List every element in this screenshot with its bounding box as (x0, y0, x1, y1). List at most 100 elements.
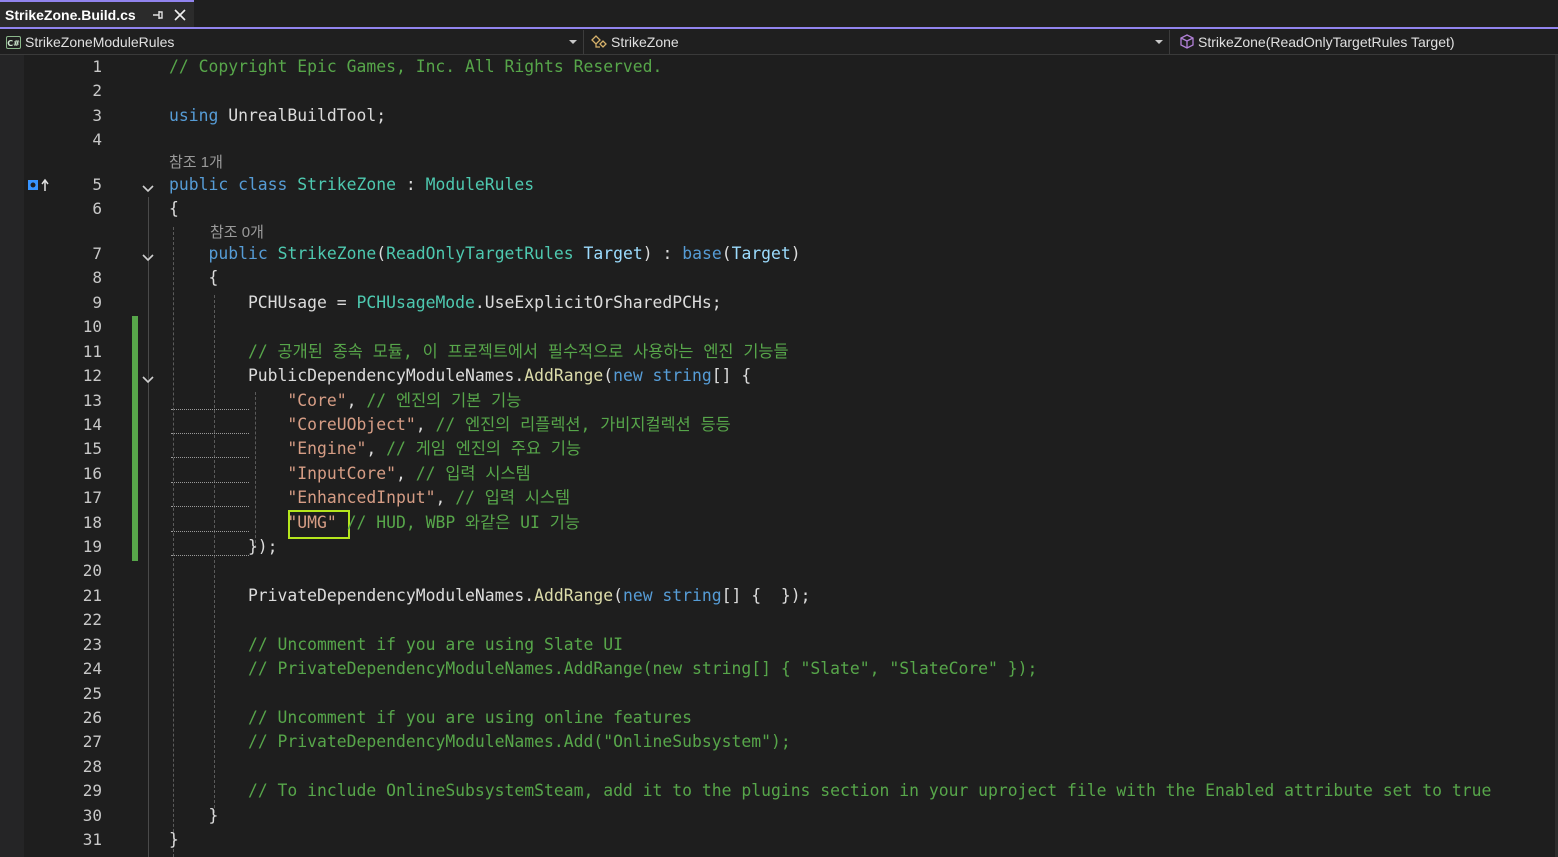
code-line[interactable]: 5 public class StrikeZone : ModuleRules (0, 173, 1558, 197)
code-token: ) : (642, 244, 683, 263)
code-text[interactable]: // Copyright Epic Games, Inc. All Rights… (169, 55, 662, 79)
code-text[interactable]: using UnrealBuildTool; (169, 104, 386, 128)
collapse-chevron-icon[interactable] (142, 374, 154, 386)
code-line[interactable]: 2 (0, 79, 1558, 103)
code-text[interactable]: // To include OnlineSubsystemSteam, add … (169, 779, 1491, 803)
close-icon[interactable] (174, 9, 186, 21)
code-line[interactable]: 4 (0, 128, 1558, 152)
indent-connector (171, 555, 249, 556)
code-token: ( (376, 244, 387, 263)
method-cube-icon (1180, 34, 1194, 49)
code-line[interactable]: 24 // PrivateDependencyModuleNames.AddRa… (0, 657, 1558, 681)
code-text[interactable]: // 공개된 종속 모듈, 이 프로젝트에서 필수적으로 사용하는 엔진 기능들 (169, 340, 789, 364)
line-number: 12 (82, 366, 102, 385)
line-number: 23 (82, 635, 102, 654)
code-token: // Uncomment if you are using online fea… (247, 708, 693, 727)
line-number: 24 (82, 659, 102, 678)
code-line[interactable]: 26 // Uncomment if you are using online … (0, 706, 1558, 730)
code-text[interactable]: // PrivateDependencyModuleNames.AddRange… (169, 657, 1037, 681)
code-line[interactable]: 9 PCHUsage = PCHUsageMode.UseExplicitOrS… (0, 291, 1558, 315)
code-text[interactable]: PrivateDependencyModuleNames.AddRange(ne… (169, 584, 811, 608)
code-token: new string (622, 586, 722, 605)
code-line[interactable]: 20 (0, 559, 1558, 583)
code-token: AddRange (524, 366, 604, 385)
code-token: "InputCore" (287, 464, 396, 483)
code-token: : (395, 175, 426, 194)
code-line[interactable]: 23 // Uncomment if you are using Slate U… (0, 633, 1558, 657)
line-number: 30 (82, 806, 102, 825)
code-line[interactable]: 11 // 공개된 종속 모듈, 이 프로젝트에서 필수적으로 사용하는 엔진 … (0, 340, 1558, 364)
code-line[interactable]: 25 (0, 682, 1558, 706)
code-line[interactable]: 10 (0, 315, 1558, 339)
code-token: "EnhancedInput" (287, 488, 436, 507)
line-number: 21 (82, 586, 102, 605)
code-text[interactable]: public StrikeZone(ReadOnlyTargetRules Ta… (169, 242, 800, 266)
indent-connector (171, 457, 249, 458)
code-line[interactable]: 1 // Copyright Epic Games, Inc. All Right… (0, 55, 1558, 79)
code-text[interactable]: PublicDependencyModuleNames.AddRange(new… (169, 364, 751, 388)
indent-connector (171, 506, 249, 507)
chevron-down-icon (1155, 40, 1163, 44)
code-token: // 공개된 종속 모듈, 이 프로젝트에서 필수적으로 사용하는 엔진 기능들 (247, 342, 789, 361)
collapse-chevron-icon[interactable] (142, 252, 154, 264)
code-text[interactable]: // PrivateDependencyModuleNames.Add("Onl… (169, 730, 791, 754)
code-editor[interactable]: 참조 1개 참조 0개 1 // Copyright Epic Games, In… (0, 55, 1558, 857)
code-text[interactable]: { (169, 197, 179, 221)
code-token: } (169, 830, 179, 849)
code-line[interactable]: 29 // To include OnlineSubsystemSteam, a… (0, 779, 1558, 803)
code-token: // 게임 엔진의 주요 기능 (386, 439, 582, 458)
code-token: { (169, 199, 179, 218)
code-line[interactable]: 31} (0, 828, 1558, 852)
project-scope-dropdown[interactable]: C# StrikeZoneModuleRules (0, 30, 584, 54)
indent-connector (171, 409, 249, 410)
code-line[interactable]: 6{ (0, 197, 1558, 221)
code-text[interactable]: PCHUsage = PCHUsageMode.UseExplicitOrSha… (169, 291, 722, 315)
code-token: , (346, 391, 367, 410)
line-number: 15 (82, 439, 102, 458)
code-line[interactable]: 3 using UnrealBuildTool; (0, 104, 1558, 128)
chevron-down-icon (569, 40, 577, 44)
codelens-class-references[interactable]: 참조 1개 (169, 151, 223, 172)
code-text[interactable]: } (169, 804, 218, 828)
code-text[interactable]: public class StrikeZone : ModuleRules (169, 173, 534, 197)
code-token: [] { (711, 366, 752, 385)
code-line[interactable]: 30 } (0, 804, 1558, 828)
member-scope-dropdown[interactable]: StrikeZone(ReadOnlyTargetRules Target) (1171, 30, 1558, 54)
code-line[interactable]: 21 PrivateDependencyModuleNames.AddRange… (0, 584, 1558, 608)
code-token: } (169, 806, 219, 825)
type-scope-dropdown[interactable]: StrikeZone (585, 30, 1170, 54)
line-number: 2 (92, 81, 102, 100)
code-token: }); (169, 537, 278, 556)
code-text[interactable]: "CoreUObject", // 엔진의 리플렉션, 가비지컬렉션 등등 (169, 413, 730, 437)
code-token: public class (169, 175, 288, 194)
code-token: PCHUsage = (169, 293, 357, 312)
code-text[interactable]: // Uncomment if you are using online fea… (169, 706, 692, 730)
project-scope-label: StrikeZoneModuleRules (25, 34, 175, 50)
line-number: 16 (82, 464, 102, 483)
code-line[interactable]: 28 (0, 755, 1558, 779)
type-scope-label: StrikeZone (611, 34, 679, 50)
code-line[interactable]: 12 PublicDependencyModuleNames.AddRange(… (0, 364, 1558, 388)
codelens-ctor-references[interactable]: 참조 0개 (210, 221, 264, 242)
code-text[interactable]: } (169, 828, 179, 852)
document-tab[interactable]: StrikeZone.Build.cs (0, 0, 194, 27)
code-token: // PrivateDependencyModuleNames.AddRange… (247, 659, 1038, 678)
code-line[interactable]: 8 { (0, 266, 1558, 290)
code-text[interactable]: { (169, 266, 218, 290)
code-token: UnrealBuildTool; (218, 106, 387, 125)
code-line[interactable]: 22 (0, 608, 1558, 632)
code-line[interactable]: 27 // PrivateDependencyModuleNames.Add("… (0, 730, 1558, 754)
code-text[interactable]: // Uncomment if you are using Slate UI (169, 633, 623, 657)
collapse-chevron-icon[interactable] (142, 183, 154, 195)
pin-icon[interactable] (152, 8, 164, 22)
code-line[interactable]: 7 public StrikeZone(ReadOnlyTargetRules … (0, 242, 1558, 266)
